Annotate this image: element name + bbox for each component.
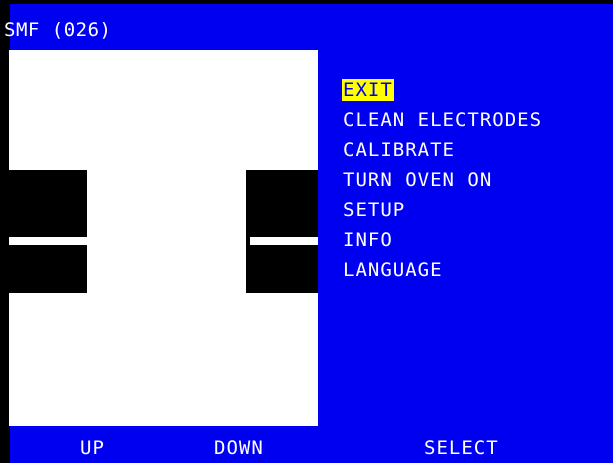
right-fiber: [250, 237, 318, 245]
menu-item-exit[interactable]: EXIT: [342, 75, 543, 105]
left-fiber: [9, 237, 89, 245]
menu-item-label: SETUP: [343, 199, 406, 221]
softkey-bar: UP DOWN SELECT: [10, 431, 613, 463]
menu-item-setup[interactable]: SETUP: [342, 195, 543, 225]
page-title: SMF (026): [4, 19, 112, 41]
menu-item-turn-oven-on[interactable]: TURN OVEN ON: [342, 165, 543, 195]
right-fiber-holder: [246, 170, 318, 293]
select-softkey[interactable]: SELECT: [424, 435, 499, 461]
main-menu: EXIT CLEAN ELECTRODES CALIBRATE TURN OVE…: [342, 75, 543, 285]
menu-item-label: LANGUAGE: [343, 259, 443, 281]
up-softkey[interactable]: UP: [80, 435, 105, 461]
menu-item-language[interactable]: LANGUAGE: [342, 255, 543, 285]
down-softkey[interactable]: DOWN: [214, 435, 264, 461]
splicer-screen: SMF (026) EXIT CLEAN ELECTRODES CALIBRAT…: [0, 0, 613, 463]
menu-item-clean-electrodes[interactable]: CLEAN ELECTRODES: [342, 105, 543, 135]
menu-item-info[interactable]: INFO: [342, 225, 543, 255]
left-fiber-holder: [9, 170, 87, 293]
menu-item-calibrate[interactable]: CALIBRATE: [342, 135, 543, 165]
menu-item-label: TURN OVEN ON: [343, 169, 493, 191]
fiber-camera-view: [9, 50, 318, 426]
menu-item-label: INFO: [343, 229, 393, 251]
menu-item-label: CLEAN ELECTRODES: [343, 109, 543, 131]
menu-item-label: CALIBRATE: [343, 139, 455, 161]
menu-item-label: EXIT: [342, 79, 394, 101]
